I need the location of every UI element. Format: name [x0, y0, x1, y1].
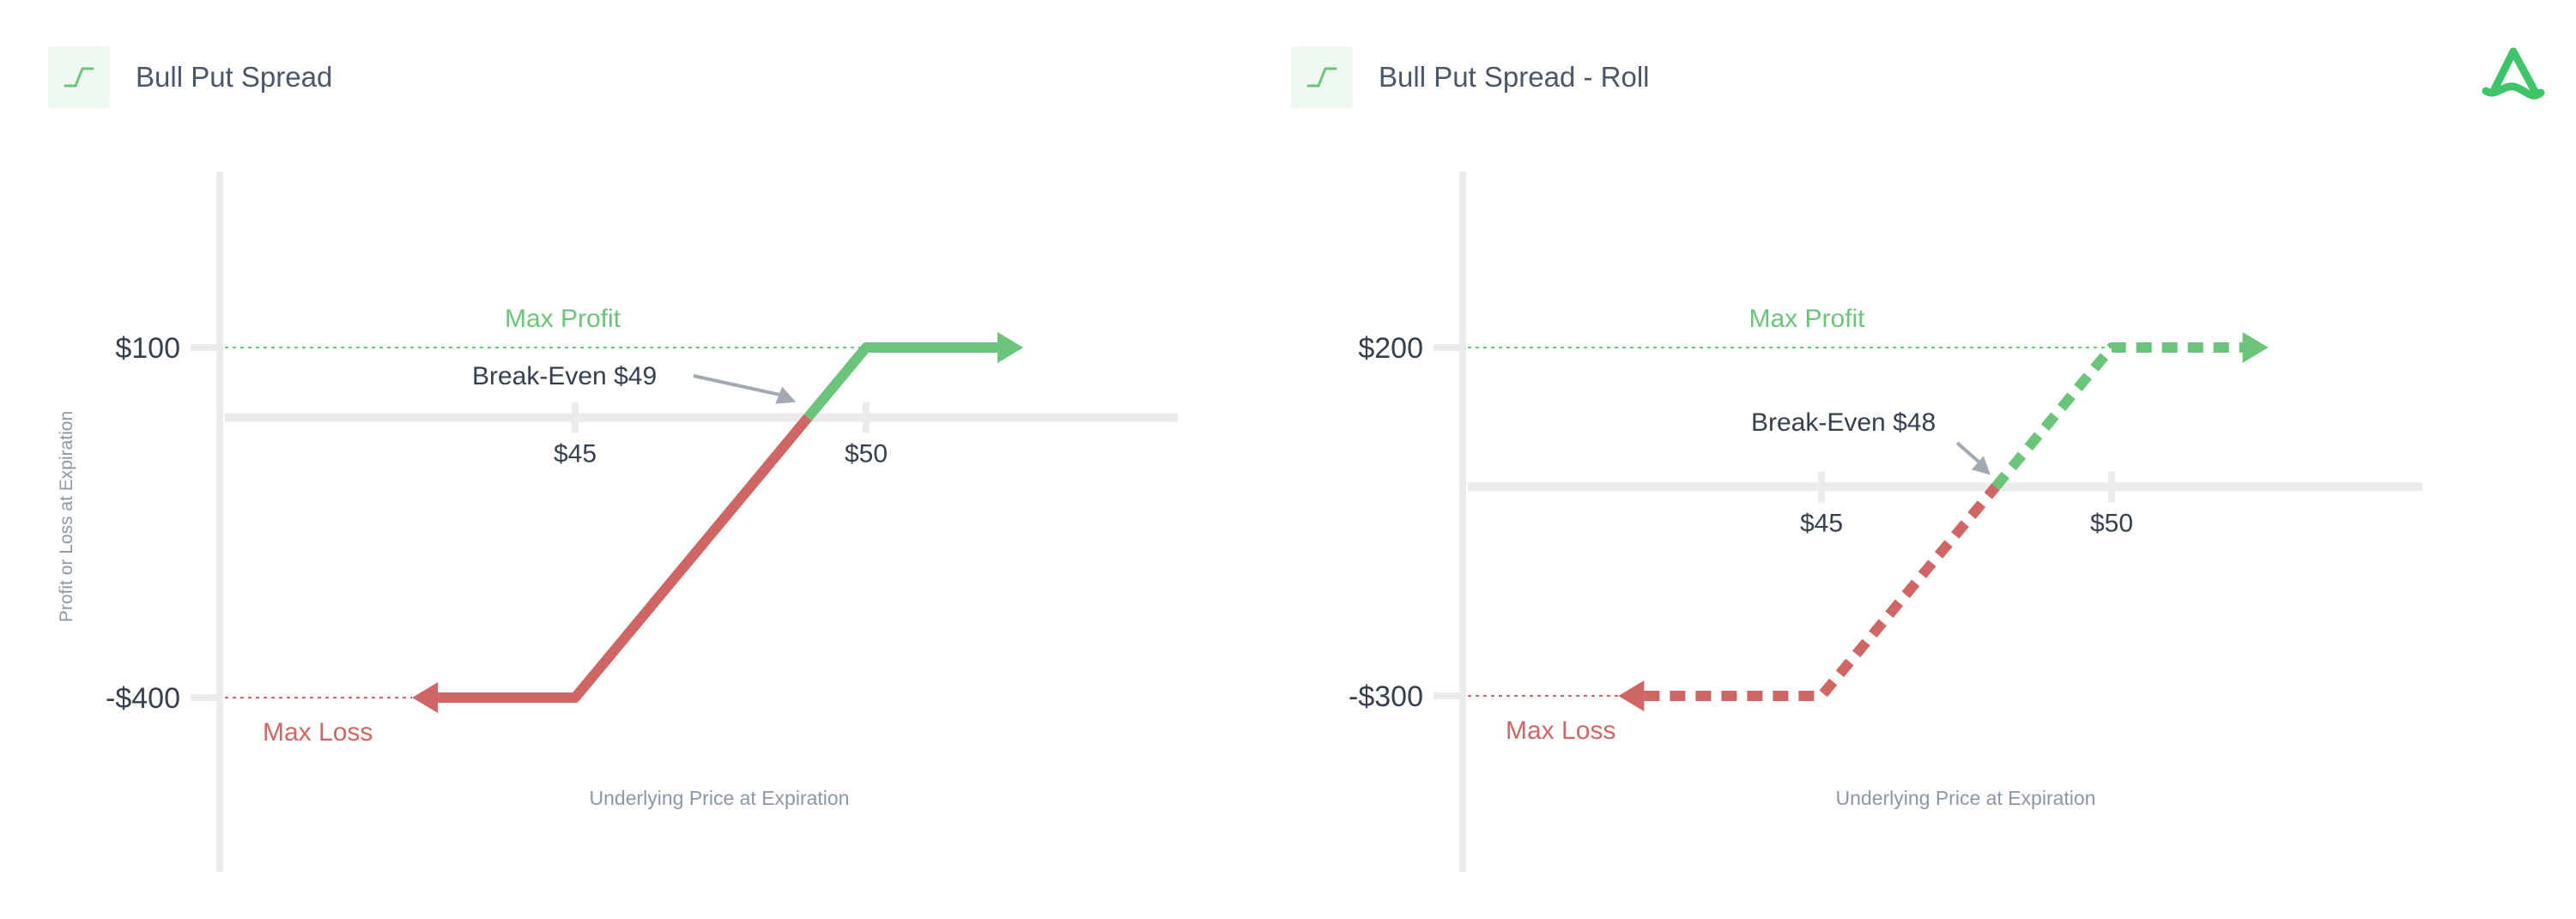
x-tick-label: $45 [554, 440, 597, 469]
max-loss-label: Max Loss [263, 718, 373, 747]
payoff-line-loss [438, 414, 812, 703]
x-tick-label: $45 [1800, 509, 1843, 537]
chart-1: $45 $50 $200 -$300 Max Profit Max Loss Break-E… [1349, 172, 2422, 872]
y-tick-label: $100 [115, 332, 180, 365]
x-tick-label: $50 [845, 440, 888, 469]
payoff-arrow-left [412, 682, 439, 713]
payoff-arrow-right [997, 332, 1024, 363]
y-tick-label: -$400 [106, 682, 180, 715]
chart-0: $45 $50 $100 -$400 Max Profit Max Loss Break-E… [57, 172, 1178, 872]
max-profit-label: Max Profit [1749, 305, 1865, 333]
y-tick-label: $200 [1358, 332, 1423, 365]
y-axis-label: Profit or Loss at Expiration [57, 411, 76, 622]
y-tick-label: -$300 [1349, 680, 1423, 713]
x-axis-label: Underlying Price at Expiration [1836, 787, 2096, 809]
break-even-label: Break-Even $48 [1751, 408, 1936, 437]
charts-canvas: $45 $50 $100 -$400 Max Profit Max Loss Break-E… [57, 172, 2422, 872]
payoff-line-profit [803, 342, 998, 421]
payoff-arrow-right [2242, 332, 2269, 363]
max-profit-label: Max Profit [505, 305, 621, 333]
x-tick-label: $50 [2090, 509, 2133, 537]
break-even-pointer [1955, 441, 1984, 466]
break-even-label: Break-Even $49 [472, 362, 657, 390]
payoff-line-profit [1991, 342, 2243, 491]
max-loss-label: Max Loss [1506, 716, 1615, 745]
break-even-pointer [693, 374, 783, 397]
x-axis-label: Underlying Price at Expiration [590, 787, 850, 809]
payoff-arrow-left [1618, 680, 1645, 711]
